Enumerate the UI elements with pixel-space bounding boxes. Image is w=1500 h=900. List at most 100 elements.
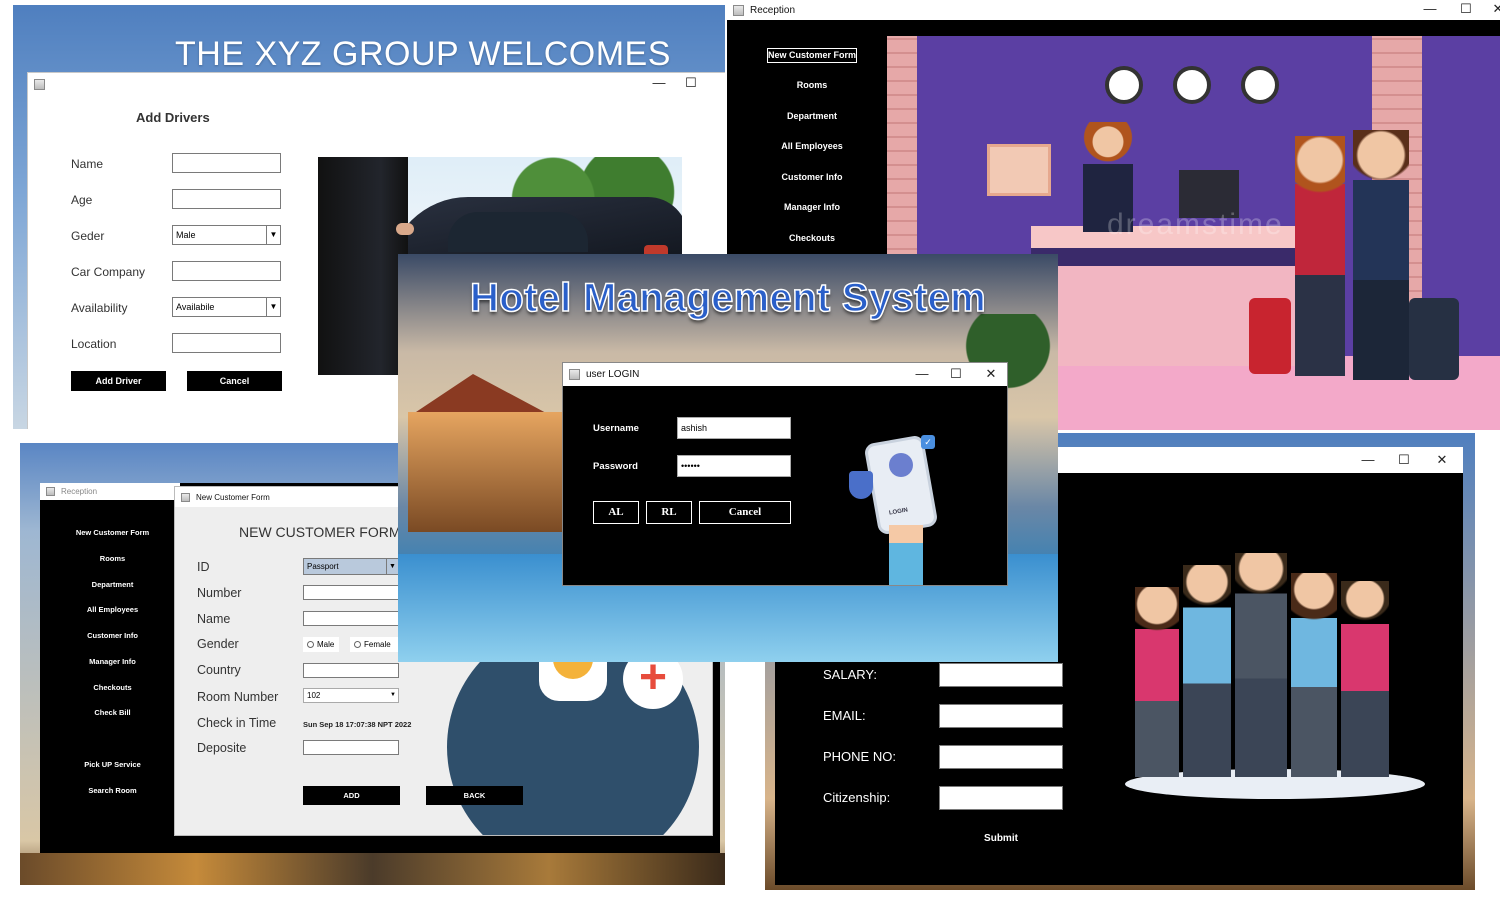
radio-button[interactable] <box>354 641 361 648</box>
close-icon[interactable]: ✕ <box>984 366 998 382</box>
chevron-down-icon[interactable]: ▼ <box>388 689 398 702</box>
chauffeur <box>318 157 408 375</box>
number-input[interactable] <box>303 585 399 600</box>
minimize-icon[interactable]: — <box>1361 452 1375 468</box>
citizenship-input[interactable] <box>939 786 1063 810</box>
menu-manager-info[interactable]: Manager Info <box>50 657 175 666</box>
shield-icon <box>849 471 873 499</box>
login-dialog: user LOGIN — ☐ ✕ Username ashish Passwor… <box>562 362 1008 586</box>
employee-figure <box>1235 553 1287 777</box>
age-input[interactable] <box>172 189 281 209</box>
menu-customer-info[interactable]: Customer Info <box>762 172 862 182</box>
id-label: ID <box>197 560 210 574</box>
reception-title: Reception <box>750 4 796 16</box>
gender-male-option[interactable]: Male <box>303 637 339 652</box>
gender-select[interactable]: Male ▼ <box>172 225 281 245</box>
menu-department[interactable]: Department <box>50 580 175 589</box>
location-label: Location <box>71 337 117 351</box>
menu-search-room[interactable]: Search Room <box>50 786 175 795</box>
menu-new-customer-form[interactable]: New Customer Form <box>50 528 175 537</box>
java-app-icon <box>34 78 45 90</box>
back-button[interactable]: BACK <box>426 786 523 805</box>
location-input[interactable] <box>172 333 281 353</box>
maximize-icon[interactable]: ☐ <box>1397 452 1411 468</box>
menu-new-customer-form[interactable]: New Customer Form <box>767 48 857 63</box>
gender-select-value: Male <box>176 230 196 240</box>
clock-icon <box>1241 66 1279 104</box>
navy-suitcase <box>1409 298 1459 380</box>
maximize-icon[interactable]: ☐ <box>1459 1 1473 17</box>
name-input[interactable] <box>303 611 399 626</box>
employee-figure <box>1183 565 1231 777</box>
chevron-down-icon[interactable]: ▼ <box>266 226 280 244</box>
check-badge-icon: ✓ <box>921 435 935 449</box>
salary-input[interactable] <box>939 663 1063 687</box>
guest-woman <box>1295 136 1345 376</box>
java-app-icon <box>46 487 55 496</box>
password-input[interactable]: •••••• <box>677 455 791 477</box>
cancel-button[interactable]: Cancel <box>699 501 791 524</box>
menu-check-bill[interactable]: Check Bill <box>50 708 175 717</box>
email-label: EMAIL: <box>823 708 866 723</box>
room-number-value: 102 <box>307 691 321 700</box>
availability-select[interactable]: Availabile ▼ <box>172 297 281 317</box>
country-input[interactable] <box>303 663 399 678</box>
gender-female-option[interactable]: Female <box>350 637 398 652</box>
chevron-down-icon[interactable]: ▼ <box>386 559 398 574</box>
name-input[interactable] <box>172 153 281 173</box>
username-input[interactable]: ashish <box>677 417 791 439</box>
minimize-icon[interactable]: — <box>1423 1 1437 17</box>
employee-figure <box>1341 581 1389 777</box>
close-icon[interactable]: ✕ <box>1435 452 1449 468</box>
login-titlebar: user LOGIN <box>563 363 1007 386</box>
resort-roof <box>413 374 548 414</box>
id-select-value: Passport <box>307 562 339 571</box>
red-suitcase <box>1249 298 1291 374</box>
menu-checkouts[interactable]: Checkouts <box>762 233 862 243</box>
maximize-icon[interactable]: ☐ <box>684 75 698 91</box>
check-in-time-label: Check in Time <box>197 716 277 730</box>
phone-body <box>863 434 939 536</box>
deposite-input[interactable] <box>303 740 399 755</box>
menu-rooms[interactable]: Rooms <box>50 554 175 563</box>
java-app-icon <box>733 4 744 16</box>
menu-checkouts[interactable]: Checkouts <box>50 683 175 692</box>
email-input[interactable] <box>939 704 1063 728</box>
cancel-button[interactable]: Cancel <box>187 371 282 391</box>
submit-button[interactable]: Submit <box>955 833 1047 844</box>
gender-label: Geder <box>71 229 105 243</box>
phone-input[interactable] <box>939 745 1063 769</box>
menu-rooms[interactable]: Rooms <box>762 80 862 90</box>
hand-arm <box>889 525 923 585</box>
close-icon[interactable]: ✕ <box>1491 1 1500 17</box>
salary-label: SALARY: <box>823 667 877 682</box>
country-label: Country <box>197 663 241 677</box>
al-button[interactable]: AL <box>593 501 639 524</box>
id-select[interactable]: Passport ▼ <box>303 558 399 575</box>
car-window <box>448 212 588 252</box>
maximize-icon[interactable]: ☐ <box>949 366 963 382</box>
window-titlebar <box>28 73 725 95</box>
reception-titlebar: Reception <box>727 0 1500 20</box>
menu-all-employees[interactable]: All Employees <box>762 141 862 151</box>
minimize-icon[interactable]: — <box>652 75 666 91</box>
guest-man <box>1353 130 1409 380</box>
menu-pick-up-service[interactable]: Pick UP Service <box>50 760 175 769</box>
chevron-down-icon[interactable]: ▼ <box>266 298 280 316</box>
key-box <box>987 144 1051 196</box>
deposite-label: Deposite <box>197 741 247 755</box>
menu-all-employees[interactable]: All Employees <box>50 605 175 614</box>
new-customer-window-title: New Customer Form <box>196 492 270 502</box>
car-company-input[interactable] <box>172 261 281 281</box>
name-label: Name <box>71 157 104 171</box>
add-button[interactable]: ADD <box>303 786 400 805</box>
minimize-icon[interactable]: — <box>915 366 929 382</box>
radio-button[interactable] <box>307 641 314 648</box>
avatar-circle <box>889 453 913 477</box>
menu-department[interactable]: Department <box>762 111 862 121</box>
rl-button[interactable]: RL <box>646 501 692 524</box>
room-number-select[interactable]: 102 ▼ <box>303 688 399 703</box>
menu-customer-info[interactable]: Customer Info <box>50 631 175 640</box>
add-driver-button[interactable]: Add Driver <box>71 371 166 391</box>
menu-manager-info[interactable]: Manager Info <box>762 202 862 212</box>
